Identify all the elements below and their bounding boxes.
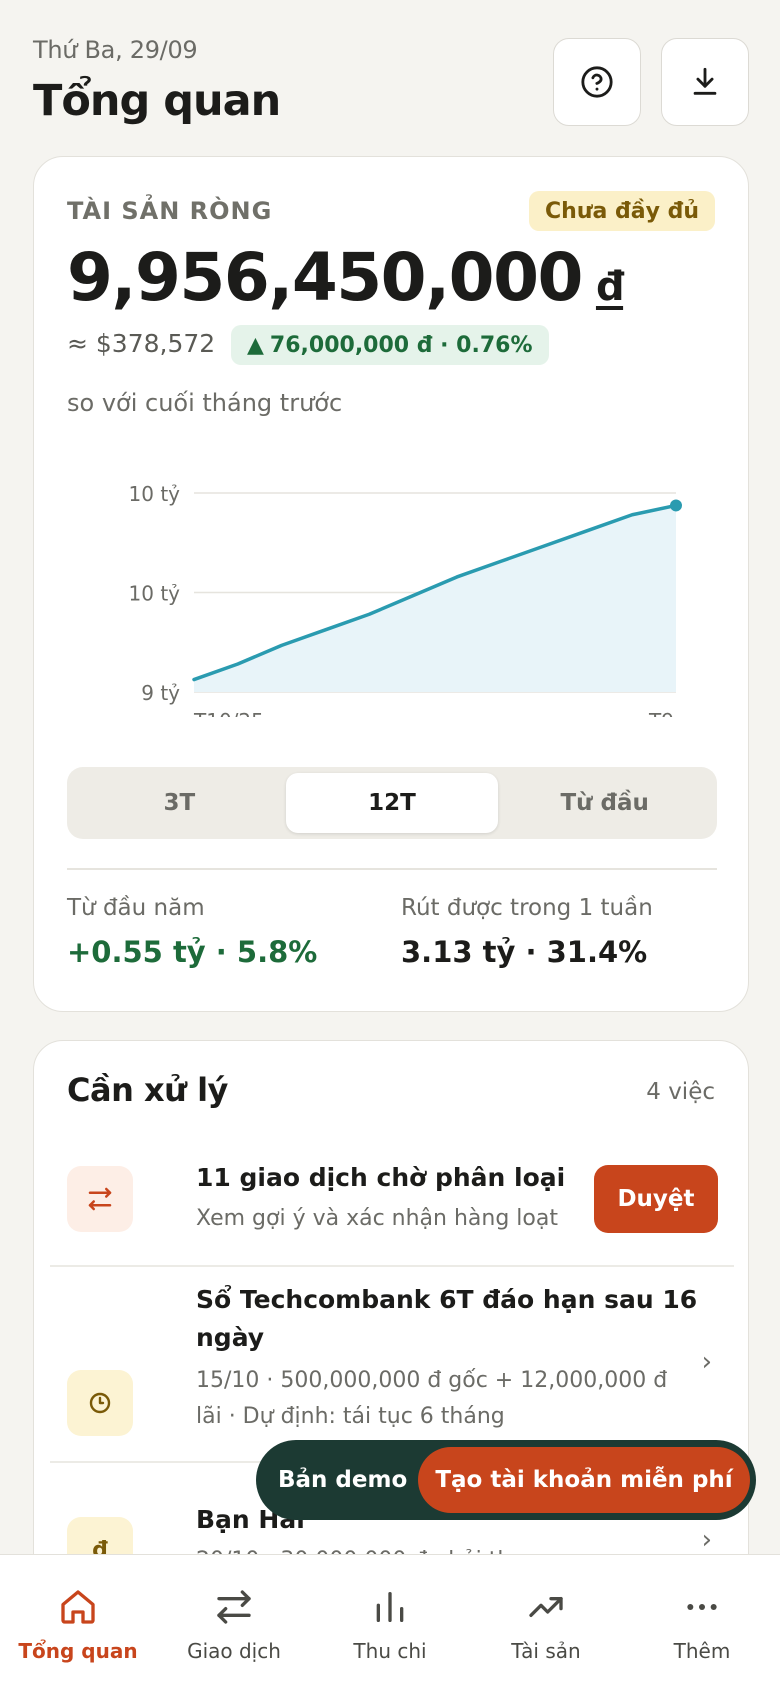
todo-title: Cần xử lý [67, 1071, 228, 1109]
net-worth-card: TÀI SẢN RÒNG Chưa đầy đủ 9,956,450,000 đ… [33, 156, 749, 1012]
net-worth-value: 9,956,450,000 [67, 239, 583, 316]
bottom-nav: Tổng quan Giao dịch Thu chi Tài sản Thêm [0, 1554, 780, 1688]
y-tick-label: 10 tỷ [129, 582, 181, 606]
nav-label: Thêm [673, 1639, 731, 1663]
home-icon [61, 1590, 95, 1624]
page-header: Thứ Ba, 29/09 Tổng quan [33, 36, 749, 126]
trending-up-icon [529, 1597, 563, 1617]
nav-item-more[interactable]: Thêm [624, 1555, 780, 1688]
delta-badge: ▲ 76,000,000 đ · 0.76% [231, 325, 549, 365]
nav-label: Tổng quan [18, 1639, 138, 1663]
create-account-button[interactable]: Tạo tài khoản miễn phí [418, 1447, 750, 1513]
todo-item-subtitle: 15/10 · 500,000,000 đ gốc + 12,000,000 đ [196, 1368, 668, 1393]
todo-item-savings-maturity[interactable]: Sổ Techcombank 6T đáo hạn sau 16 ngày 15… [50, 1281, 734, 1451]
todo-count: 4 việc [646, 1079, 715, 1105]
compare-text: so với cuối tháng trước [67, 389, 343, 417]
nav-label: Giao dịch [187, 1639, 281, 1663]
nav-label: Tài sản [511, 1639, 581, 1663]
status-badge: Chưa đầy đủ [529, 191, 715, 231]
usd-approx: ≈ $378,572 [67, 329, 216, 358]
chart-area [194, 505, 676, 692]
y-tick-label: 9 tỷ [141, 681, 180, 705]
nav-item-overview[interactable]: Tổng quan [0, 1555, 156, 1688]
todo-item-subtitle: Xem gợi ý và xác nhận hàng loạt [196, 1206, 558, 1231]
liquid-stat: Rút được trong 1 tuần 3.13 tỷ · 31.4% [401, 895, 653, 969]
todo-item-uncategorized[interactable]: 11 giao dịch chờ phân loại Xem gợi ý và … [50, 1153, 734, 1245]
chevron-right-icon: › [701, 1347, 712, 1377]
liquid-label: Rút được trong 1 tuần [401, 895, 653, 921]
help-circle-icon [581, 66, 613, 98]
nav-item-assets[interactable]: Tài sản [468, 1555, 624, 1688]
todo-item-title: 11 giao dịch chờ phân loại [196, 1163, 566, 1192]
liquid-value: 3.13 tỷ · 31.4% [401, 935, 648, 969]
todo-item-title: Sổ Techcombank 6T đáo hạn sau 16 [196, 1285, 698, 1314]
chevron-right-icon: › [701, 1525, 712, 1555]
demo-label: Bản demo [278, 1467, 408, 1493]
page-title: Tổng quan [33, 76, 281, 126]
nav-item-transactions[interactable]: Giao dịch [156, 1555, 312, 1688]
bar-chart-icon [376, 1592, 404, 1622]
more-icon [687, 1604, 717, 1610]
range-tab[interactable]: Từ đầu [498, 773, 711, 833]
demo-banner: Bản demo Tạo tài khoản miễn phí [256, 1440, 756, 1520]
currency-symbol: đ [595, 264, 625, 310]
transfer-icon [67, 1166, 133, 1232]
range-tab[interactable]: 12T [285, 773, 499, 833]
divider [67, 868, 717, 870]
download-button[interactable] [661, 38, 749, 126]
x-tick-label: T10/25 [193, 709, 264, 717]
clock-icon [67, 1370, 133, 1436]
x-tick-label: T9 [648, 709, 674, 717]
net-worth-label: TÀI SẢN RÒNG [67, 197, 273, 225]
transfer-icon [217, 1590, 251, 1624]
ytd-value: +0.55 tỷ · 5.8% [67, 935, 318, 969]
chart-end-point [670, 499, 682, 512]
nav-item-cashflow[interactable]: Thu chi [312, 1555, 468, 1688]
todo-item-subtitle-cont: lãi · Dự định: tái tục 6 tháng [196, 1404, 505, 1429]
up-arrow-icon: ▲ [247, 332, 264, 358]
help-button[interactable] [553, 38, 641, 126]
nav-label: Thu chi [353, 1639, 427, 1663]
range-tab[interactable]: 3T [73, 773, 286, 833]
ytd-stat: Từ đầu năm +0.55 tỷ · 5.8% [67, 895, 317, 969]
net-worth-amount: 9,956,450,000 đ [67, 239, 625, 316]
delta-value: 76,000,000 đ · 0.76% [269, 332, 533, 358]
todo-item-title-cont: ngày [196, 1323, 265, 1352]
download-icon [693, 67, 717, 95]
y-tick-label: 10 tỷ [129, 482, 181, 506]
divider [50, 1265, 734, 1267]
ytd-label: Từ đầu năm [67, 895, 205, 921]
current-date: Thứ Ba, 29/09 [33, 36, 198, 64]
net-worth-chart: 10 tỷ 10 tỷ 9 tỷ T10/25 T9 [129, 482, 682, 717]
approve-button[interactable]: Duyệt [594, 1165, 718, 1233]
range-tabs: 3T 12T Từ đầu [67, 767, 717, 839]
